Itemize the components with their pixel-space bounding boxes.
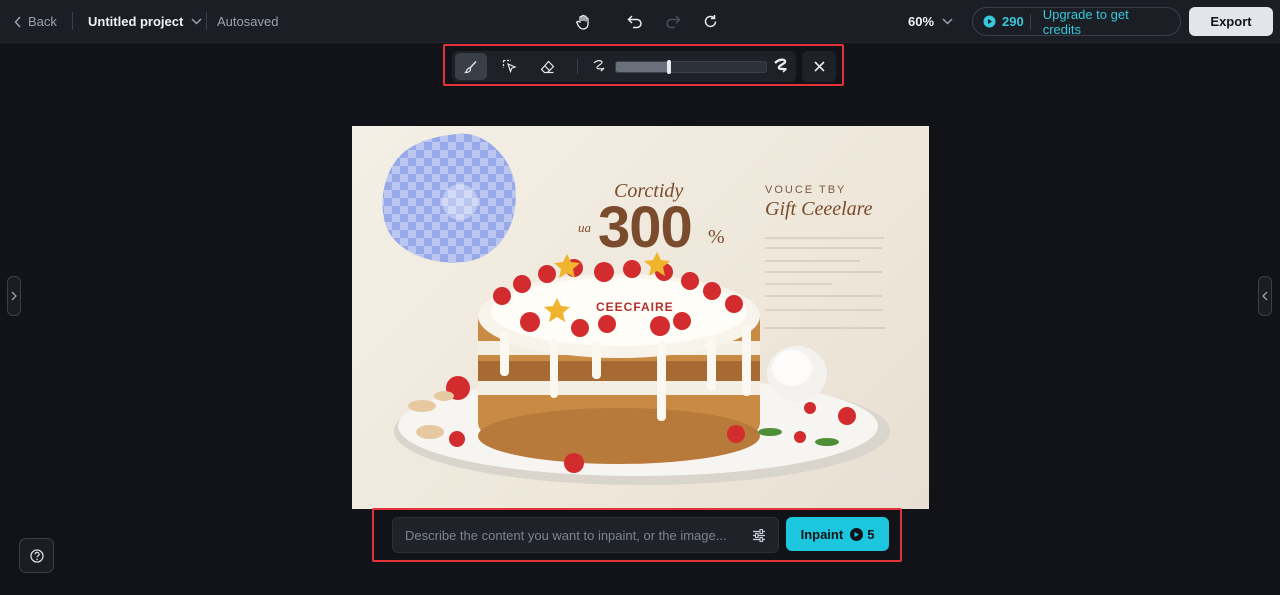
canvas-tools — [575, 0, 718, 43]
brush-size-slider[interactable] — [615, 60, 767, 74]
select-tool-button[interactable] — [493, 53, 525, 80]
upgrade-link[interactable]: Upgrade to get credits — [1043, 7, 1170, 37]
chevron-down-icon — [191, 18, 202, 25]
inpaint-tools — [452, 51, 796, 82]
canvas-image[interactable]: Corctidy ua 300 % VOUCE TBY Gift Ceeelar… — [352, 126, 929, 509]
refresh-icon[interactable] — [703, 14, 718, 29]
project-title: Untitled project — [88, 14, 184, 29]
left-panel-toggle[interactable] — [7, 276, 21, 316]
inpaint-button-label: Inpaint — [800, 526, 844, 542]
canvas-voucher-title: Gift Ceeelare — [765, 198, 873, 220]
brush-size-fill — [616, 62, 669, 72]
prompt-bar-highlight: Describe the content you want to inpaint… — [372, 508, 902, 562]
brush-tool-button[interactable] — [455, 53, 487, 80]
undo-icon[interactable] — [627, 14, 643, 29]
zoom-dropdown[interactable]: 60% — [908, 0, 953, 43]
inpaint-prompt-input[interactable]: Describe the content you want to inpaint… — [392, 517, 779, 553]
export-button[interactable]: Export — [1189, 7, 1273, 36]
canvas-big-number: 300 — [598, 195, 693, 260]
close-inpaint-button[interactable] — [802, 51, 836, 82]
inpaint-button[interactable]: Inpaint 5 — [786, 517, 889, 551]
close-icon — [813, 61, 825, 72]
question-circle-icon — [29, 548, 44, 563]
canvas-prefix: ua — [578, 220, 591, 235]
credits-count: 290 — [1002, 14, 1024, 29]
back-button[interactable]: Back — [14, 0, 57, 43]
credit-coin-icon — [983, 15, 996, 28]
hand-pan-icon[interactable] — [575, 14, 591, 30]
prompt-placeholder: Describe the content you want to inpaint… — [405, 527, 727, 543]
right-panel-toggle[interactable] — [1258, 276, 1272, 316]
eraser-icon — [540, 60, 555, 74]
settings-sliders-icon[interactable] — [752, 528, 766, 542]
canvas-voucher-top: VOUCE TBY — [765, 184, 847, 196]
brush-size-small-icon — [592, 59, 606, 73]
brush-size-large-icon — [773, 58, 789, 74]
chevron-right-icon — [11, 291, 17, 301]
inpaint-toolbar-highlight — [443, 44, 844, 86]
credit-coin-icon — [850, 527, 864, 541]
chevron-down-icon — [942, 18, 953, 25]
credits-pill[interactable]: 290 Upgrade to get credits — [972, 7, 1181, 37]
help-button[interactable] — [19, 538, 54, 573]
divider — [206, 12, 207, 30]
inpaint-cost-value: 5 — [867, 526, 875, 542]
select-icon — [502, 59, 517, 74]
chevron-left-icon — [1262, 291, 1268, 301]
back-label: Back — [28, 14, 57, 29]
redo-icon[interactable] — [665, 14, 681, 29]
top-bar: Back Untitled project Autosaved 60% 290 … — [0, 0, 1280, 43]
canvas-percent: % — [708, 226, 725, 248]
inpaint-cost: 5 — [850, 527, 874, 542]
project-title-dropdown[interactable]: Untitled project — [88, 0, 202, 43]
autosave-status: Autosaved — [217, 14, 279, 29]
brush-icon — [464, 60, 478, 74]
canvas-cake-label: CEECFAIRE — [596, 300, 674, 314]
eraser-tool-button[interactable] — [531, 53, 563, 80]
chevron-left-icon — [14, 15, 22, 28]
brush-size-handle[interactable] — [666, 60, 671, 74]
zoom-level: 60% — [908, 14, 935, 29]
divider — [577, 59, 578, 74]
divider — [1029, 13, 1031, 30]
divider — [72, 12, 73, 30]
